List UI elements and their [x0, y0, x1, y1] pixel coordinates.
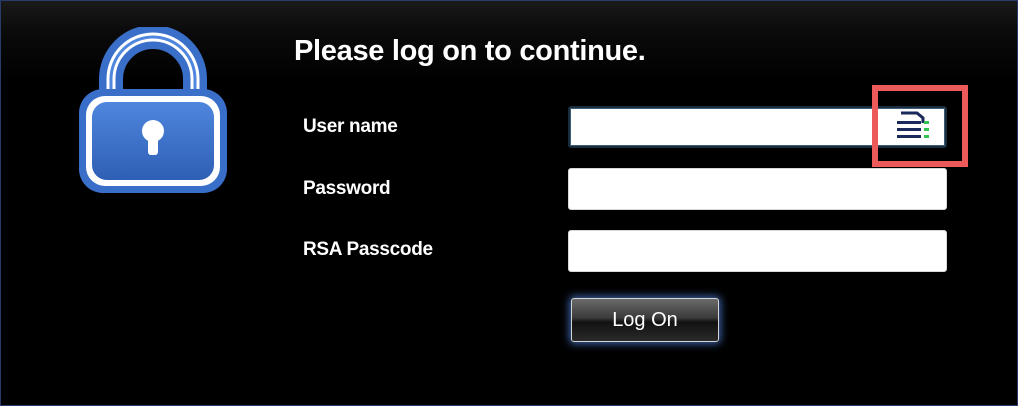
username-field[interactable] — [568, 106, 947, 148]
login-window: Please log on to continue. User name Pas… — [0, 0, 1018, 406]
username-label: User name — [303, 116, 398, 137]
virtual-keyboard-icon[interactable] — [893, 109, 935, 145]
rsa-passcode-label: RSA Passcode — [303, 239, 433, 260]
lock-icon — [73, 25, 233, 197]
password-field[interactable] — [568, 168, 947, 210]
page-title: Please log on to continue. — [294, 35, 646, 67]
log-on-button[interactable]: Log On — [571, 298, 719, 342]
password-label: Password — [303, 178, 391, 199]
rsa-passcode-field[interactable] — [568, 230, 947, 272]
